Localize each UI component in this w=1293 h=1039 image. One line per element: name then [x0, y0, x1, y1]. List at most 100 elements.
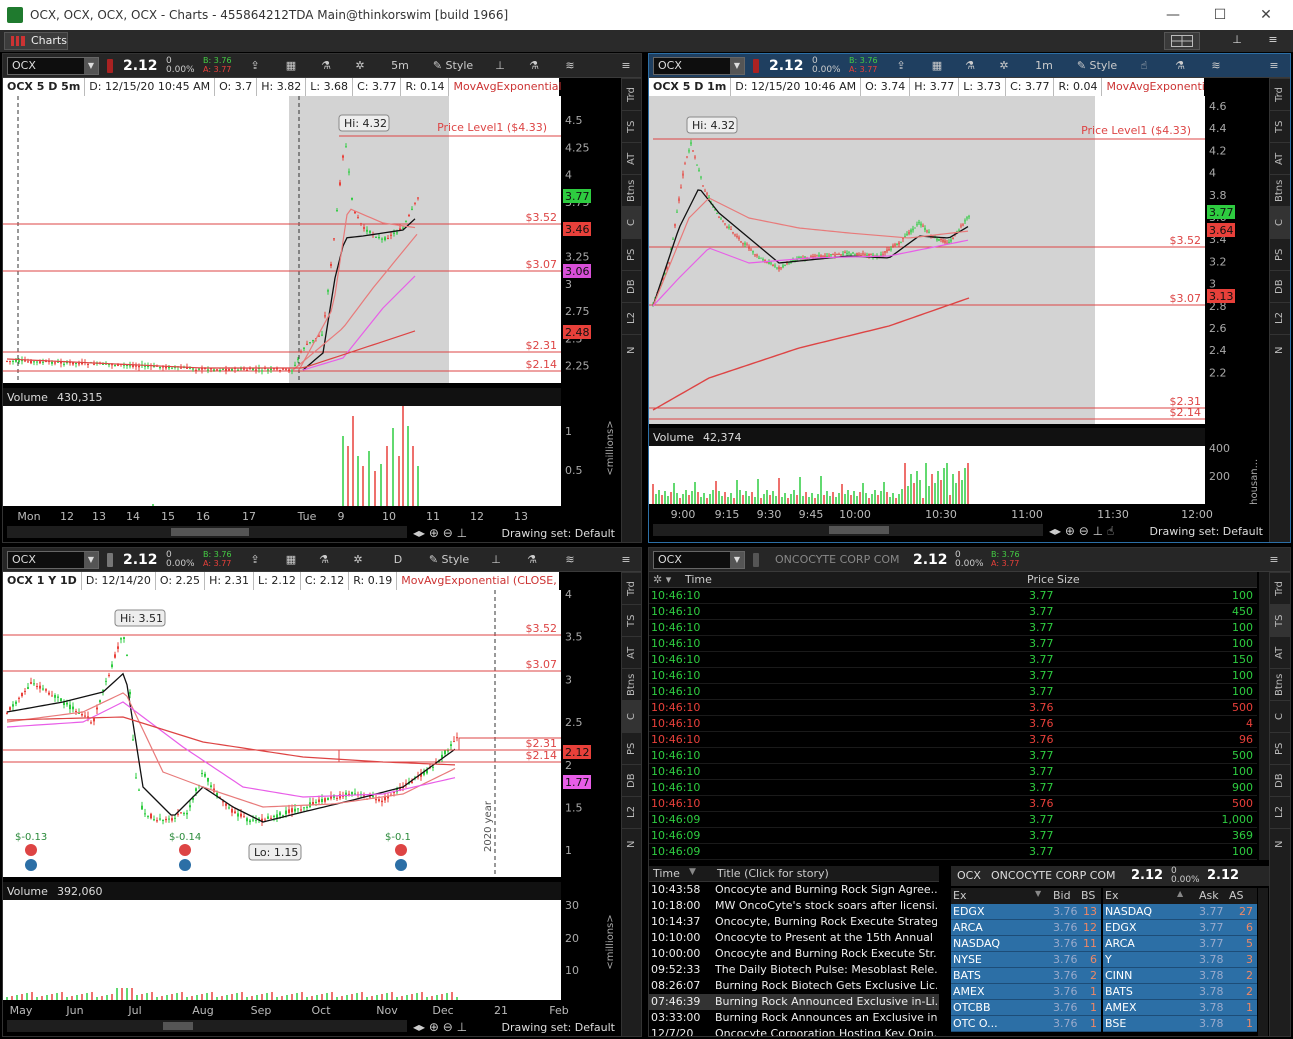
- side-tab-db[interactable]: DB: [1270, 270, 1290, 302]
- calendar-icon[interactable]: ▦: [279, 552, 303, 568]
- side-tab-at[interactable]: AT: [1270, 636, 1290, 668]
- pattern-icon[interactable]: ≋: [1205, 58, 1227, 74]
- news-row[interactable]: 09:52:33 The Daily Biotech Pulse: Mesobla…: [649, 962, 939, 978]
- side-tab-btns[interactable]: Btns: [1270, 174, 1290, 206]
- calendar-icon[interactable]: ▦: [925, 58, 949, 74]
- side-tab-ts[interactable]: TS: [622, 604, 641, 636]
- ts-scrollbar[interactable]: [1259, 572, 1269, 860]
- pattern-icon[interactable]: ≋: [559, 58, 581, 74]
- settings-gear-icon[interactable]: ✲: [349, 58, 371, 74]
- side-tab-ps[interactable]: PS: [622, 238, 641, 270]
- l2-bid-row[interactable]: BATS 3.76 2: [951, 968, 1101, 984]
- active-trader-flask-icon[interactable]: ⚗: [521, 552, 543, 568]
- side-tab-db[interactable]: DB: [622, 270, 641, 302]
- side-tab-btns[interactable]: Btns: [1270, 668, 1290, 700]
- news-row-title[interactable]: Burning Rock Biotech Gets Exclusive Lic.…: [715, 978, 937, 994]
- side-tab-ps[interactable]: PS: [1270, 238, 1290, 270]
- side-tab-n[interactable]: N: [1270, 334, 1290, 366]
- calendar-icon[interactable]: ▦: [279, 58, 303, 74]
- studies-flask-icon[interactable]: ⚗: [315, 58, 337, 74]
- l2-symbol[interactable]: OCX: [957, 869, 981, 882]
- l2-ask-row[interactable]: BSE 3.78 1: [1103, 1016, 1257, 1032]
- side-tab-at[interactable]: AT: [622, 636, 641, 668]
- side-tab-n[interactable]: N: [1270, 828, 1290, 860]
- news-row-title[interactable]: Oncocyte and Burning Rock Execute Str...: [715, 946, 937, 962]
- side-tab-n[interactable]: N: [622, 334, 641, 366]
- minimize-button[interactable]: —: [1153, 4, 1193, 26]
- share-icon[interactable]: ⇪: [889, 58, 913, 74]
- l2-ask-row[interactable]: EDGX 3.77 6: [1103, 920, 1257, 936]
- news-row[interactable]: 10:43:58 Oncocyte and Burning Rock Sign A…: [649, 882, 939, 898]
- side-tab-ps[interactable]: PS: [622, 732, 641, 764]
- side-tab-l2[interactable]: L2: [1270, 302, 1290, 334]
- side-tab-trd[interactable]: Trd: [622, 78, 641, 110]
- side-tab-c[interactable]: C: [622, 206, 641, 238]
- grid-layout-button[interactable]: [1164, 32, 1200, 50]
- chart2-canvas[interactable]: 4.64.44.243.83.63.43.232.82.62.42.2$3.52…: [649, 78, 1269, 543]
- ts-header-time[interactable]: Time: [685, 573, 712, 586]
- link-color-icon[interactable]: [753, 59, 759, 73]
- panel-menu-icon[interactable]: ≡: [615, 58, 637, 74]
- l2-bid-header-bid[interactable]: Bid: [1053, 889, 1071, 902]
- chart2-symbol-selector[interactable]: OCX ▼: [653, 57, 745, 75]
- chart3-style-button[interactable]: ✎ Style: [423, 552, 475, 568]
- l2-bid-row[interactable]: OTCBB 3.76 1: [951, 1000, 1101, 1016]
- side-tab-trd[interactable]: Trd: [622, 572, 641, 604]
- side-tab-at[interactable]: AT: [1270, 142, 1290, 174]
- side-tab-trd[interactable]: Trd: [1270, 78, 1290, 110]
- chart3-timeframe-button[interactable]: D: [383, 552, 413, 568]
- l2-bid-row[interactable]: OTC O... 3.76 1: [951, 1016, 1101, 1032]
- l2-ask-header-ex[interactable]: Ex: [1105, 889, 1118, 902]
- side-tab-db[interactable]: DB: [1270, 764, 1290, 796]
- news-header-time[interactable]: Time: [653, 867, 680, 880]
- ts-header-price[interactable]: Price: [1027, 573, 1054, 586]
- l2-bid-row[interactable]: EDGX 3.76 13: [951, 904, 1101, 920]
- side-tab-l2[interactable]: L2: [622, 302, 641, 334]
- side-tab-c[interactable]: C: [622, 700, 641, 732]
- news-row-title[interactable]: Burning Rock Announced Exclusive in-Li..…: [715, 994, 937, 1010]
- side-tab-trd[interactable]: Trd: [1270, 572, 1290, 604]
- l2-bid-row[interactable]: AMEX 3.76 1: [951, 984, 1101, 1000]
- link-color-icon[interactable]: [753, 553, 759, 567]
- side-tab-btns[interactable]: Btns: [622, 668, 641, 700]
- active-trader-flask-icon[interactable]: ⚗: [523, 58, 545, 74]
- studies-flask-icon[interactable]: ⚗: [313, 552, 335, 568]
- side-tab-btns[interactable]: Btns: [622, 174, 641, 206]
- side-tab-c[interactable]: C: [1270, 700, 1290, 732]
- chart2-style-button[interactable]: ✎ Style: [1071, 58, 1123, 74]
- side-tab-c[interactable]: C: [1270, 206, 1290, 238]
- side-tab-l2[interactable]: L2: [1270, 796, 1290, 828]
- l2-bid-row[interactable]: ARCA 3.76 12: [951, 920, 1101, 936]
- side-tab-at[interactable]: AT: [622, 142, 641, 174]
- chart1-canvas[interactable]: 4.54.2543.753.53.2532.752.52.25$3.52$3.0…: [3, 78, 621, 543]
- l2-ask-row[interactable]: ARCA 3.77 5: [1103, 936, 1257, 952]
- l2-ask-row[interactable]: NASDAQ 3.77 27: [1103, 904, 1257, 920]
- l2-ask-row[interactable]: AMEX 3.78 1: [1103, 1000, 1257, 1016]
- side-tab-ts[interactable]: TS: [1270, 604, 1290, 636]
- chart2-timeframe-button[interactable]: 1m: [1027, 58, 1061, 74]
- link-color-icon[interactable]: [107, 553, 113, 567]
- share-icon[interactable]: ⇪: [243, 58, 267, 74]
- l2-ask-header-as[interactable]: AS: [1229, 889, 1244, 902]
- news-row-title[interactable]: Oncocyte Corporation Hosting Key Opin...: [715, 1026, 937, 1036]
- news-row[interactable]: 10:00:00 Oncocyte and Burning Rock Execut…: [649, 946, 939, 962]
- l2-scrollbar[interactable]: [1258, 888, 1268, 1036]
- news-row-title[interactable]: MW OncoCyte's stock soars after licensi.…: [715, 898, 937, 914]
- chart1-symbol-selector[interactable]: OCX ▼: [7, 57, 99, 75]
- side-tab-ts[interactable]: TS: [622, 110, 641, 142]
- studies-flask-icon[interactable]: ⚗: [959, 58, 981, 74]
- panel-menu-icon[interactable]: ≡: [615, 552, 637, 568]
- link-color-icon[interactable]: [107, 59, 113, 73]
- l2-bid-header-bs[interactable]: BS: [1081, 889, 1095, 902]
- share-icon[interactable]: ⇪: [243, 552, 267, 568]
- settings-gear-icon[interactable]: ✲: [347, 552, 369, 568]
- charts-tab[interactable]: Charts: [4, 32, 68, 50]
- active-trader-flask-icon[interactable]: ⚗: [1169, 58, 1191, 74]
- chart1-style-button[interactable]: ✎ Style: [427, 58, 479, 74]
- news-row[interactable]: 08:26:07 Burning Rock Biotech Gets Exclus…: [649, 978, 939, 994]
- menu-icon[interactable]: ≡: [1262, 32, 1284, 50]
- close-button[interactable]: ✕: [1246, 4, 1286, 26]
- ts-header-size[interactable]: Size: [1057, 573, 1080, 586]
- l2-bid-row[interactable]: NYSE 3.76 6: [951, 952, 1101, 968]
- maximize-button[interactable]: ☐: [1200, 4, 1240, 26]
